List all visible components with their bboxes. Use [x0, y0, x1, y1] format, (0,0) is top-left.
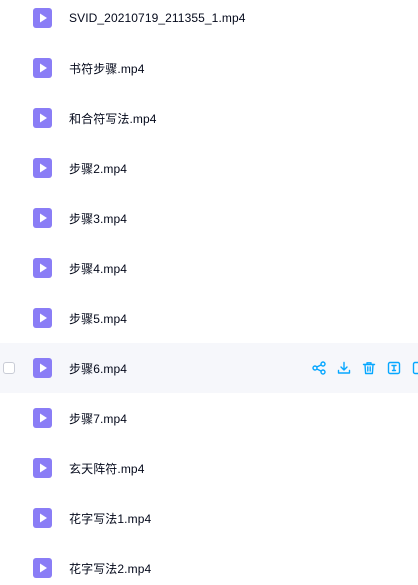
list-item-hovered[interactable]: 步骤6.mp4 [0, 343, 418, 393]
list-item[interactable]: 步骤5.mp4 [0, 293, 418, 343]
video-file-icon [33, 358, 52, 378]
list-item[interactable]: SVID_20210719_211355_1.mp4 [0, 0, 418, 43]
video-file-icon [33, 258, 52, 278]
file-name: 花字写法2.mp4 [69, 561, 152, 576]
list-item[interactable]: 步骤4.mp4 [0, 243, 418, 293]
file-name: 步骤6.mp4 [69, 361, 128, 376]
list-item[interactable]: 花字写法2.mp4 [0, 543, 418, 585]
video-file-icon [33, 308, 52, 328]
list-item[interactable]: 书符步骤.mp4 [0, 43, 418, 93]
video-file-icon [33, 158, 52, 178]
list-item[interactable]: 花字写法1.mp4 [0, 493, 418, 543]
delete-icon[interactable] [361, 360, 377, 376]
list-item[interactable]: 步骤3.mp4 [0, 193, 418, 243]
file-name: 步骤2.mp4 [69, 161, 128, 176]
file-list: SVID_20210719_211355_1.mp4 书符步骤.mp4 和合符写… [0, 0, 418, 585]
file-name: 步骤7.mp4 [69, 411, 128, 426]
file-name: 步骤4.mp4 [69, 261, 128, 276]
download-icon[interactable] [336, 360, 352, 376]
file-name: SVID_20210719_211355_1.mp4 [69, 11, 246, 25]
row-actions [311, 360, 418, 376]
video-file-icon [33, 458, 52, 478]
video-file-icon [33, 408, 52, 428]
row-checkbox[interactable] [3, 362, 15, 374]
video-file-icon [33, 58, 52, 78]
list-item[interactable]: 玄天阵符.mp4 [0, 443, 418, 493]
rename-icon[interactable] [386, 360, 402, 376]
more-icon[interactable] [411, 360, 418, 376]
share-icon[interactable] [311, 360, 327, 376]
video-file-icon [33, 208, 52, 228]
file-name: 和合符写法.mp4 [69, 111, 157, 126]
file-name: 玄天阵符.mp4 [69, 461, 145, 476]
video-file-icon [33, 508, 52, 528]
file-name: 步骤3.mp4 [69, 211, 128, 226]
file-name: 书符步骤.mp4 [69, 61, 145, 76]
file-name: 步骤5.mp4 [69, 311, 128, 326]
list-item[interactable]: 步骤2.mp4 [0, 143, 418, 193]
video-file-icon [33, 558, 52, 578]
list-item[interactable]: 和合符写法.mp4 [0, 93, 418, 143]
file-name: 花字写法1.mp4 [69, 511, 152, 526]
video-file-icon [33, 108, 52, 128]
list-item[interactable]: 步骤7.mp4 [0, 393, 418, 443]
video-file-icon [33, 8, 52, 28]
